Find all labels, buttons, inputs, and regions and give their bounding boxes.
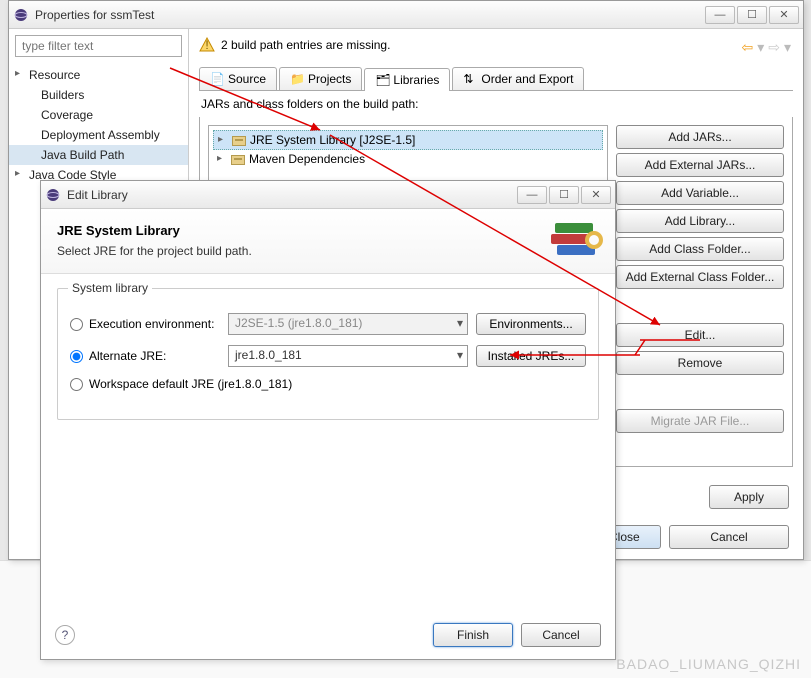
tree-item-builders[interactable]: Builders (9, 85, 188, 105)
editlib-title: Edit Library (67, 188, 517, 202)
tree-item-coverage[interactable]: Coverage (9, 105, 188, 125)
add-library-button[interactable]: Add Library... (616, 209, 784, 233)
finish-button[interactable]: Finish (433, 623, 513, 647)
editlib-heading: JRE System Library (57, 223, 541, 238)
warning-text: 2 build path entries are missing. (221, 38, 390, 52)
jars-label: JARs and class folders on the build path… (201, 97, 793, 111)
editlib-minimize-button[interactable]: — (517, 186, 547, 204)
editlib-close-button[interactable]: ✕ (581, 186, 611, 204)
tree-item-deployment[interactable]: Deployment Assembly (9, 125, 188, 145)
radio-execenv[interactable]: Execution environment: (70, 317, 220, 331)
library-icon (232, 136, 246, 146)
radio-wsdefault[interactable]: Workspace default JRE (jre1.8.0_181) (70, 377, 292, 391)
add-external-jars-button[interactable]: Add External JARs... (616, 153, 784, 177)
projects-icon: 📁 (290, 72, 304, 86)
editlib-header: JRE System Library Select JRE for the pr… (41, 209, 615, 274)
editlib-window-buttons: — ☐ ✕ (517, 186, 611, 204)
help-button[interactable]: ? (55, 625, 75, 645)
tab-projects[interactable]: 📁Projects (279, 67, 362, 90)
properties-titlebar[interactable]: Properties for ssmTest — ☐ ✕ (9, 1, 803, 29)
add-external-class-folder-button[interactable]: Add External Class Folder... (616, 265, 784, 289)
editlib-titlebar[interactable]: Edit Library — ☐ ✕ (41, 181, 615, 209)
radio-row-wsdefault: Workspace default JRE (jre1.8.0_181) (70, 377, 586, 391)
buildpath-tabs: 📄Source 📁Projects 🗂Libraries ⇅Order and … (199, 67, 793, 91)
svg-text:!: ! (205, 38, 208, 52)
apply-row: Apply (709, 485, 789, 509)
filter-input[interactable] (15, 35, 182, 57)
altjre-combo[interactable]: jre1.8.0_181 (228, 345, 468, 367)
system-library-group: System library Execution environment: J2… (57, 288, 599, 420)
editlib-bottom-bar: Finish Cancel (433, 623, 601, 647)
tab-libraries[interactable]: 🗂Libraries (364, 68, 450, 91)
order-icon: ⇅ (463, 72, 477, 86)
editlib-maximize-button[interactable]: ☐ (549, 186, 579, 204)
remove-button[interactable]: Remove (616, 351, 784, 375)
source-icon: 📄 (210, 72, 224, 86)
edit-button[interactable]: Edit... (616, 323, 784, 347)
window-buttons: — ☐ ✕ (705, 6, 799, 24)
migrate-jar-button: Migrate JAR File... (616, 409, 784, 433)
cancel-button[interactable]: Cancel (669, 525, 789, 549)
library-buttons-column: Add JARs... Add External JARs... Add Var… (616, 125, 784, 458)
group-legend: System library (68, 281, 152, 295)
execenv-combo[interactable]: J2SE-1.5 (jre1.8.0_181) (228, 313, 468, 335)
nav-back-icon[interactable]: ⇦ (741, 39, 753, 56)
libraries-icon: 🗂 (375, 73, 389, 87)
nav-forward-icon[interactable]: ⇨ (768, 39, 780, 56)
nav-arrows: ⇦ ▾ ⇨ ▾ (741, 39, 791, 56)
add-class-folder-button[interactable]: Add Class Folder... (616, 237, 784, 261)
properties-title: Properties for ssmTest (35, 8, 705, 22)
library-books-icon (551, 223, 599, 263)
add-jars-button[interactable]: Add JARs... (616, 125, 784, 149)
editlib-cancel-button[interactable]: Cancel (521, 623, 601, 647)
radio-row-execenv: Execution environment: J2SE-1.5 (jre1.8.… (70, 313, 586, 335)
tab-order-export[interactable]: ⇅Order and Export (452, 67, 584, 90)
jar-maven-dependencies[interactable]: Maven Dependencies (213, 150, 603, 168)
eclipse-icon (45, 187, 61, 203)
tab-source[interactable]: 📄Source (199, 67, 277, 90)
warning-line: ! 2 build path entries are missing. (199, 37, 793, 53)
environments-button[interactable]: Environments... (476, 313, 586, 335)
warning-icon: ! (199, 37, 215, 53)
add-variable-button[interactable]: Add Variable... (616, 181, 784, 205)
close-button[interactable]: ✕ (769, 6, 799, 24)
minimize-button[interactable]: — (705, 6, 735, 24)
jar-jre-system-library[interactable]: JRE System Library [J2SE-1.5] (213, 130, 603, 150)
edit-library-dialog: Edit Library — ☐ ✕ JRE System Library Se… (40, 180, 616, 660)
radio-row-altjre: Alternate JRE: jre1.8.0_181 Installed JR… (70, 345, 586, 367)
library-icon (231, 155, 245, 165)
editlib-subheading: Select JRE for the project build path. (57, 244, 541, 258)
apply-button[interactable]: Apply (709, 485, 789, 509)
tree-item-resource[interactable]: Resource (9, 65, 188, 85)
eclipse-icon (13, 7, 29, 23)
radio-altjre[interactable]: Alternate JRE: (70, 349, 220, 363)
maximize-button[interactable]: ☐ (737, 6, 767, 24)
watermark-text: BADAO_LIUMANG_QIZHI (616, 656, 801, 672)
tree-item-java-build-path[interactable]: Java Build Path (9, 145, 188, 165)
installed-jres-button[interactable]: Installed JREs... (476, 345, 586, 367)
